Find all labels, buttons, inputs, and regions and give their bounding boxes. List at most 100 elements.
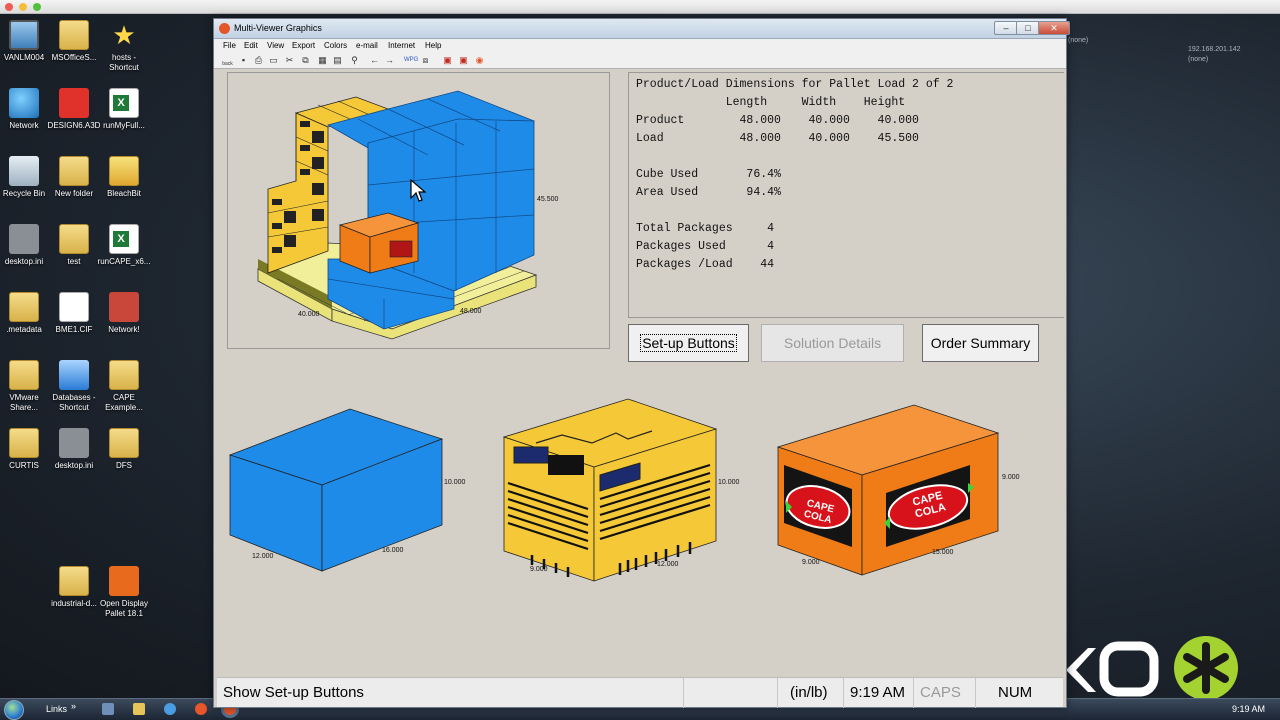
- desktop-icon-msoffice[interactable]: MSOfficeS...: [46, 20, 102, 63]
- desktop-icon-curtis[interactable]: CURTIS: [0, 428, 52, 471]
- status-num: NUM: [975, 678, 1063, 708]
- layers-tool-icon[interactable]: ⧈: [420, 55, 431, 66]
- folder-icon: [109, 428, 139, 458]
- window-title: Multi-Viewer Graphics: [234, 23, 322, 33]
- next-arrow-icon[interactable]: →: [384, 55, 395, 66]
- orange-case-width-label: 9.000: [802, 559, 820, 566]
- desktop-icon-vanlm004[interactable]: VANLM004: [0, 20, 52, 63]
- desktop-icon-runcape[interactable]: runCAPE_x6...: [96, 224, 152, 267]
- recycle-bin-icon: [9, 156, 39, 186]
- menu-help[interactable]: Help: [425, 41, 441, 50]
- info-load-row: Load 48.000 40.000 45.500: [636, 132, 919, 145]
- wpg-tool-icon[interactable]: WPG: [404, 55, 418, 66]
- menu-colors[interactable]: Colors: [324, 41, 347, 50]
- minimize-dot-icon[interactable]: [19, 3, 27, 11]
- gear-file-icon: [59, 428, 89, 458]
- status-time: 9:19 AM: [843, 678, 913, 708]
- image-tool-icon[interactable]: ▦: [317, 55, 328, 66]
- desktop-icon-bme1[interactable]: BME1.CIF: [46, 292, 102, 335]
- home-network-icon: [109, 292, 139, 322]
- menu-file[interactable]: File: [223, 41, 236, 50]
- desktop-icon-runmyfull[interactable]: runMyFull...: [96, 88, 152, 131]
- desktop-icon-new-folder[interactable]: New folder: [46, 156, 102, 199]
- info-total-packages: Total Packages 4: [636, 222, 775, 235]
- minimize-button[interactable]: –: [994, 21, 1018, 35]
- taskbar-chrome-icon[interactable]: [164, 703, 176, 715]
- desktop-icon-cape-example[interactable]: CAPE Example...: [96, 360, 152, 413]
- outer-title-bar: [0, 0, 1280, 14]
- preview-tool-icon[interactable]: ▭: [268, 55, 279, 66]
- desktop-icon-databases[interactable]: Databases - Shortcut: [46, 360, 102, 413]
- back-tool-icon[interactable]: back: [222, 55, 233, 67]
- monitor-icon: [9, 20, 39, 50]
- desktop-icon-industrial[interactable]: industrial-d...: [46, 566, 102, 609]
- status-empty-pane: [683, 678, 777, 708]
- toolbar: back ▪ ⎙ ▭ ✂ ⧉ ▦ ▤ ⚲ ← → WPG ⧈ ▣ ▣ ◉: [214, 53, 1066, 69]
- taskbar-explorer-icon[interactable]: [133, 703, 145, 715]
- blue-box-height-label: 10.000: [444, 479, 466, 486]
- status-message: Show Set-up Buttons: [223, 684, 364, 701]
- maximize-button[interactable]: □: [1016, 21, 1040, 35]
- save-tool-icon[interactable]: ▪: [238, 55, 249, 66]
- menu-email[interactable]: e-mail: [356, 41, 378, 50]
- desktop-icon-metadata[interactable]: .metadata: [0, 292, 52, 335]
- setup-buttons-button[interactable]: Set-up Buttons: [628, 324, 749, 362]
- desktop-icon-desktop-ini[interactable]: desktop.ini: [0, 224, 52, 267]
- desktop-icon-hosts[interactable]: ★ hosts - Shortcut: [96, 20, 152, 73]
- solution-details-label: Solution Details: [783, 335, 882, 351]
- menu-export[interactable]: Export: [292, 41, 315, 50]
- menu-edit[interactable]: Edit: [244, 41, 258, 50]
- copy-tool-icon[interactable]: ⧉: [300, 55, 311, 66]
- orange-case-height-label: 9.000: [1002, 474, 1020, 481]
- cape-tool-icon[interactable]: ◉: [474, 55, 485, 66]
- desktop-icon-network-home[interactable]: Network!: [96, 292, 152, 335]
- zoom-tool-icon[interactable]: ⚲: [349, 55, 360, 66]
- desktop-icon-recycle-bin[interactable]: Recycle Bin: [0, 156, 52, 199]
- desktop-info-ip: 192.168.201.142: [1188, 46, 1241, 53]
- taskbar-clock[interactable]: 9:19 AM: [1232, 704, 1265, 714]
- info-column-header: Length Width Height: [636, 96, 906, 109]
- folder-icon: [109, 360, 139, 390]
- desktop-icon-test[interactable]: test: [46, 224, 102, 267]
- pdf-tool-icon[interactable]: ▣: [442, 55, 453, 66]
- close-dot-icon[interactable]: [5, 3, 13, 11]
- cape-app-icon: [59, 88, 89, 118]
- desktop-icon-network[interactable]: Network: [0, 88, 52, 131]
- taskbar-firefox-icon[interactable]: [195, 703, 207, 715]
- folder-icon: [59, 224, 89, 254]
- desktop-icon-vmware[interactable]: VMware Share...: [0, 360, 52, 413]
- info-packages-used: Packages Used 4: [636, 240, 775, 253]
- excel-icon: [109, 88, 139, 118]
- desktop-icon-bleachbit[interactable]: BleachBit: [96, 156, 152, 199]
- taskbar-links-chevron-icon[interactable]: »: [71, 701, 76, 711]
- pdf-report-tool-icon[interactable]: ▣: [458, 55, 469, 66]
- previous-arrow-icon[interactable]: ←: [369, 55, 380, 66]
- order-summary-button[interactable]: Order Summary: [922, 324, 1039, 362]
- orange-case-label-icon: [389, 240, 413, 258]
- zoom-dot-icon[interactable]: [33, 3, 41, 11]
- gear-file-icon: [9, 224, 39, 254]
- desktop-icon-design6[interactable]: DESIGN6.A3D: [46, 88, 102, 131]
- folder-icon: [59, 20, 89, 50]
- window-title-bar: Multi-Viewer Graphics – □ ✕: [214, 19, 1070, 39]
- desktop-icon-dfs[interactable]: DFS: [96, 428, 152, 471]
- database-shortcut-icon: [59, 360, 89, 390]
- close-button[interactable]: ✕: [1038, 21, 1070, 35]
- mouse-pointer-icon: [410, 179, 426, 202]
- menu-view[interactable]: View: [267, 41, 284, 50]
- grid-tool-icon[interactable]: ▤: [332, 55, 343, 66]
- print-tool-icon[interactable]: ⎙: [253, 55, 264, 66]
- status-units: (in/lb): [777, 678, 843, 708]
- pallet-view-panel[interactable]: 45.500 40.000 48.000: [227, 72, 610, 349]
- desktop-icon-desktop-ini-2[interactable]: desktop.ini: [46, 428, 102, 471]
- taskbar-desktop-icon[interactable]: [102, 703, 114, 715]
- info-area-used: Area Used 94.4%: [636, 186, 781, 199]
- desktop-info-none: (none): [1068, 37, 1089, 44]
- solution-details-button[interactable]: Solution Details: [761, 324, 904, 362]
- menu-bar: File Edit View Export Colors e-mail Inte…: [214, 39, 1066, 53]
- desktop-icon-open-display[interactable]: Open Display Pallet 18.1: [96, 566, 152, 619]
- start-button[interactable]: [4, 700, 24, 720]
- cut-tool-icon[interactable]: ✂: [284, 55, 295, 66]
- taskbar-links[interactable]: Links: [46, 704, 67, 714]
- menu-internet[interactable]: Internet: [388, 41, 415, 50]
